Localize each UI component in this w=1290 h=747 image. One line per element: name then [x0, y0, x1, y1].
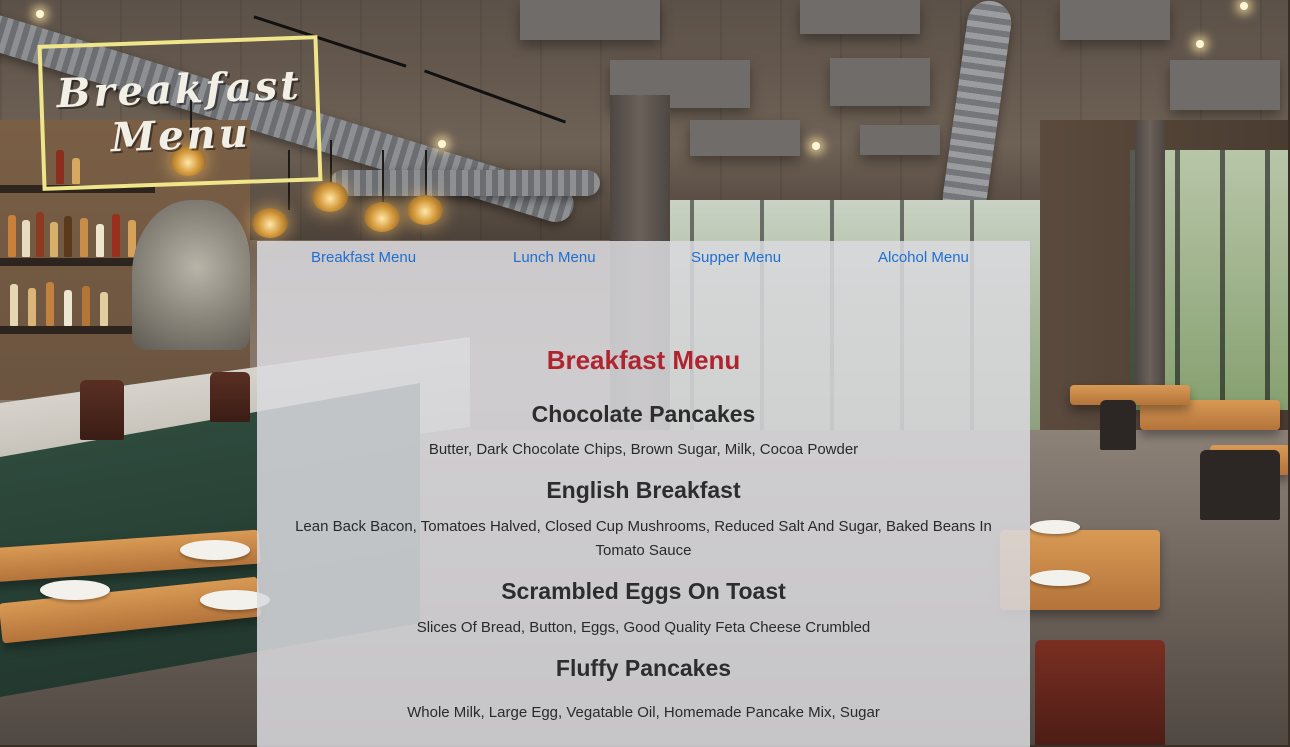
wall-mural [132, 200, 250, 350]
nav-link-alcohol-menu[interactable]: Alcohol Menu [878, 249, 969, 266]
bottle [28, 288, 36, 326]
ceiling-spotlight [1196, 40, 1204, 48]
bottle [10, 284, 18, 326]
ceiling-panel [1060, 0, 1170, 40]
bar-stool [80, 380, 124, 440]
pendant-lamp [364, 202, 400, 232]
ceiling-spotlight [438, 140, 446, 148]
menu-navigation: Breakfast Menu Lunch Menu Supper Menu Al… [257, 249, 1030, 271]
pillar [1135, 120, 1165, 400]
bottle [64, 216, 72, 257]
bottle [64, 290, 72, 326]
menu-item-ingredients: Whole Milk, Large Egg, Vegatable Oil, Ho… [407, 704, 880, 721]
bottle [50, 222, 58, 257]
logo-line-1: Breakfast [55, 61, 303, 118]
ceiling-spotlight [1240, 2, 1248, 10]
plate [1030, 570, 1090, 586]
bottle [22, 220, 30, 257]
ceiling-spotlight [36, 10, 44, 18]
ceiling-panel [830, 58, 930, 106]
nav-link-breakfast-menu[interactable]: Breakfast Menu [311, 249, 416, 266]
ceiling-spotlight [812, 142, 820, 150]
menu-item-ingredients: Butter, Dark Chocolate Chips, Brown Suga… [428, 441, 859, 458]
menu-item-name: Scrambled Eggs On Toast [501, 578, 786, 604]
bottle [46, 282, 54, 326]
bottle [80, 218, 88, 257]
bottle [96, 224, 104, 257]
menu-panel: Breakfast Menu Lunch Menu Supper Menu Al… [257, 241, 1030, 747]
menu-item-ingredients: Lean Back Bacon, Tomatoes Halved, Closed… [295, 518, 992, 559]
ceiling-panel [690, 120, 800, 156]
plate [1030, 520, 1080, 534]
menu-item-name: Fluffy Pancakes [555, 655, 732, 681]
plate [180, 540, 250, 560]
pendant-lamp [252, 208, 288, 238]
logo-line-2: Menu [110, 109, 252, 162]
pendant-cord [425, 150, 427, 195]
bottle [8, 215, 16, 257]
bottle [82, 286, 90, 326]
ceiling-panel [800, 0, 920, 34]
nav-link-supper-menu[interactable]: Supper Menu [691, 249, 781, 266]
breakfast-menu-logo: Breakfast Menu [37, 35, 323, 191]
plate [40, 580, 110, 600]
menu-item-ingredients: Slices Of Bread, Button, Eggs, Good Qual… [416, 619, 871, 636]
pendant-cord [330, 140, 332, 185]
menu-item-name: Chocolate Pancakes [531, 401, 756, 427]
chair [1035, 640, 1165, 745]
nav-link-lunch-menu[interactable]: Lunch Menu [513, 249, 596, 266]
pendant-lamp [407, 195, 443, 225]
menu-item-name: English Breakfast [546, 477, 741, 503]
chair [1200, 450, 1280, 520]
bottle [36, 212, 44, 257]
chair [1100, 400, 1136, 450]
bottle [100, 292, 108, 326]
page-title: Breakfast Menu [546, 345, 741, 375]
ceiling-panel [1170, 60, 1280, 110]
air-duct [330, 170, 600, 196]
ceiling-panel [860, 125, 940, 155]
bottle [112, 214, 120, 257]
bar-stool [210, 372, 250, 422]
pendant-lamp [312, 182, 348, 212]
ceiling-panel [520, 0, 660, 40]
pendant-cord [382, 150, 384, 205]
